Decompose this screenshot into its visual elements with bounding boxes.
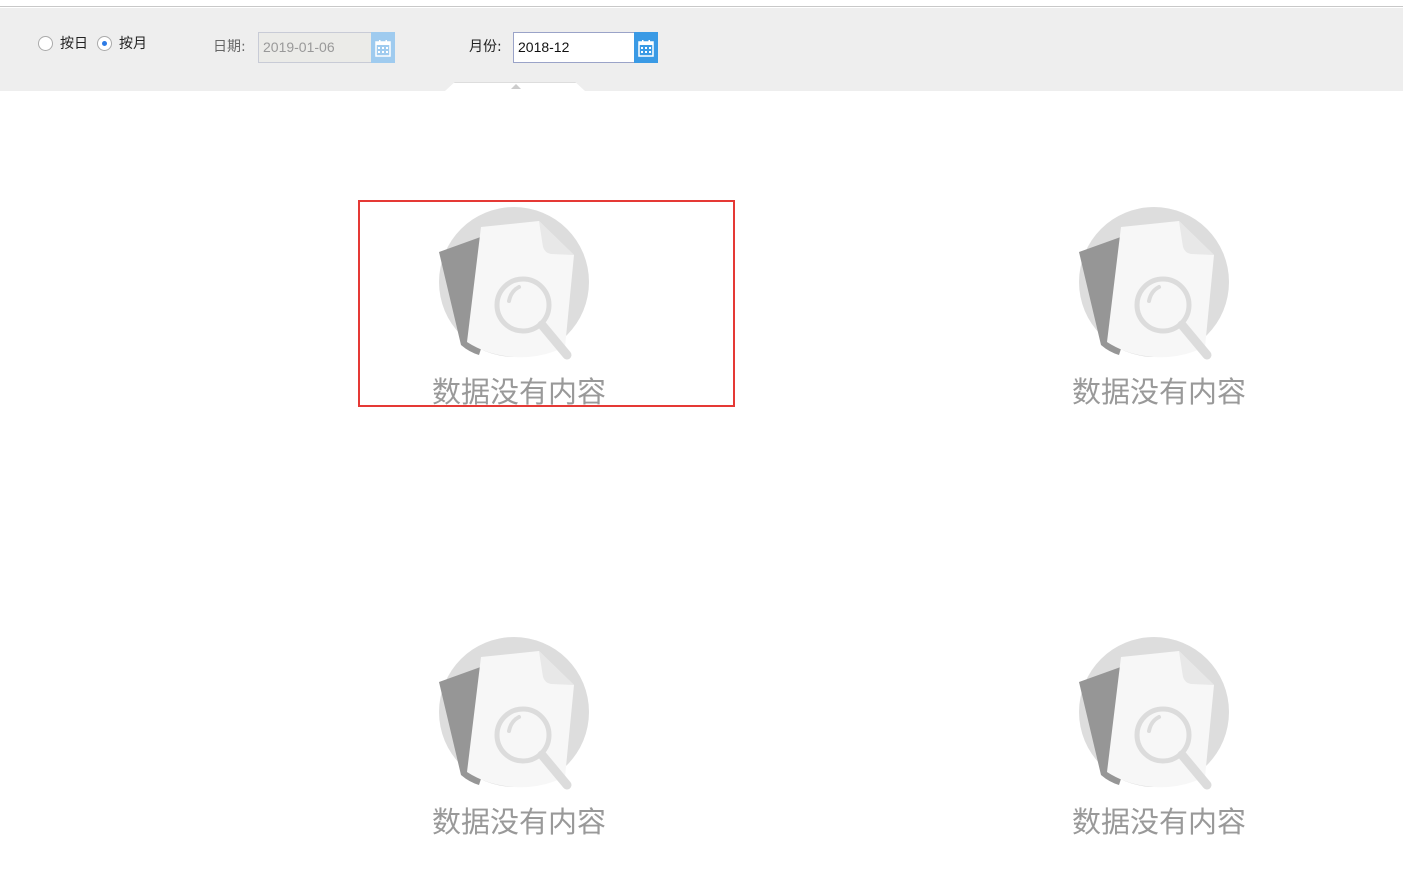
empty-state-panel: 数据没有内容 xyxy=(419,637,619,839)
date-label: 日期: xyxy=(213,39,246,55)
filter-toolbar: 按日 按月 日期: 2019-01-06 月份: 2018-12 xyxy=(0,8,1403,91)
date-input[interactable]: 2019-01-06 xyxy=(258,32,372,63)
radio-by-month[interactable] xyxy=(97,36,112,51)
radio-by-day-label: 按日 xyxy=(60,36,88,52)
no-data-icon xyxy=(1079,207,1229,360)
radio-by-day[interactable] xyxy=(38,36,53,51)
month-label: 月份: xyxy=(469,39,502,55)
empty-state-text: 数据没有内容 xyxy=(1071,375,1246,409)
empty-state-panel: 数据没有内容 xyxy=(1059,637,1259,839)
empty-state-text: 数据没有内容 xyxy=(431,805,606,839)
empty-state-text: 数据没有内容 xyxy=(1071,805,1246,839)
no-data-icon xyxy=(439,637,589,790)
date-calendar-button[interactable] xyxy=(371,32,395,63)
calendar-icon xyxy=(638,39,654,57)
collapse-toggle[interactable] xyxy=(445,82,585,91)
top-border xyxy=(0,0,1403,7)
selection-highlight xyxy=(358,200,735,407)
no-data-icon xyxy=(1079,637,1229,790)
month-input[interactable]: 2018-12 xyxy=(513,32,635,63)
radio-by-month-label: 按月 xyxy=(119,36,147,52)
empty-state-panel: 数据没有内容 xyxy=(1059,207,1259,409)
calendar-icon xyxy=(375,39,391,57)
month-calendar-button[interactable] xyxy=(634,32,658,63)
